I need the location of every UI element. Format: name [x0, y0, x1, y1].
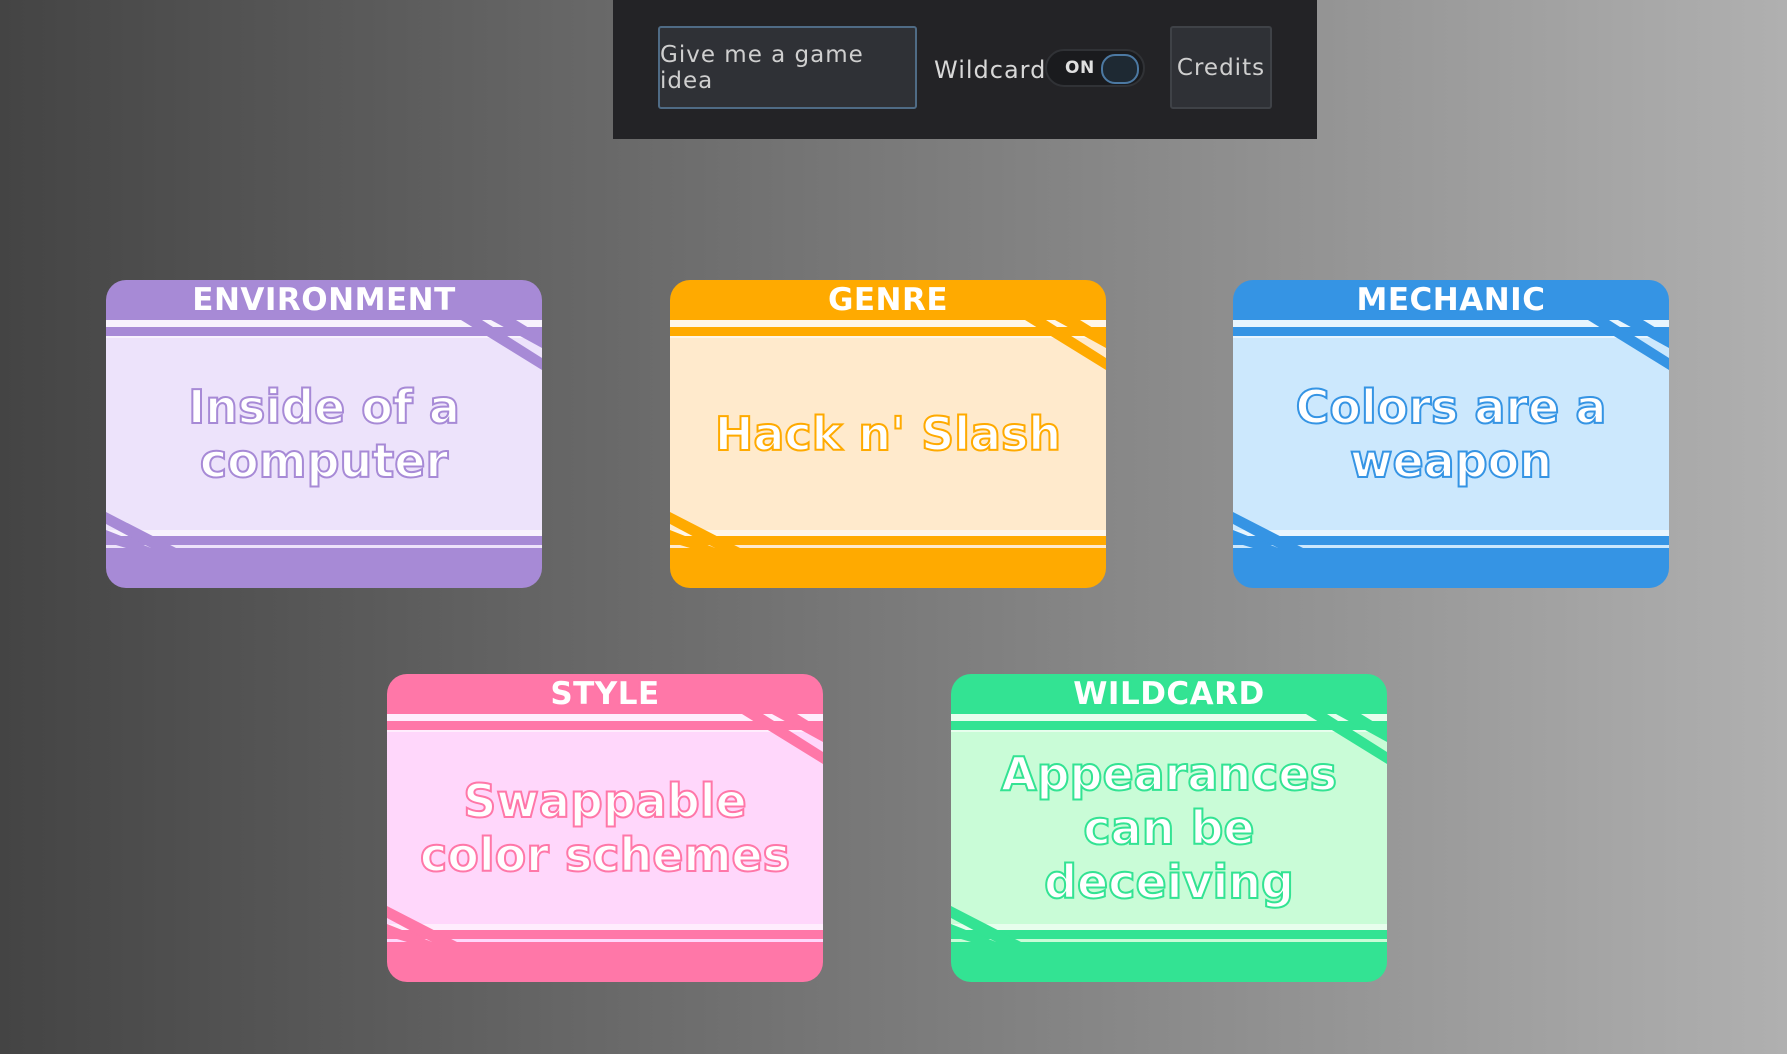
- card-wildcard: WILDCARD Appearances can be deceiving: [951, 674, 1387, 982]
- card-title: MECHANIC: [1356, 282, 1546, 318]
- card-value: Appearances can be deceiving: [1000, 746, 1338, 910]
- card-genre: GENRE Hack n' Slash: [670, 280, 1106, 588]
- card-title: WILDCARD: [1073, 676, 1265, 712]
- card-style: STYLE Swappable color schemes: [387, 674, 823, 982]
- card-value: Inside of a computer: [187, 379, 461, 489]
- card-value: Hack n' Slash: [714, 406, 1062, 462]
- toggle-state-text: ON: [1065, 58, 1095, 78]
- card-title: GENRE: [827, 282, 949, 318]
- card-environment: ENVIRONMENT Inside of a computer: [106, 280, 542, 588]
- card-value: Swappable color schemes: [419, 773, 791, 883]
- toolbar: Give me a game idea Wildcard ON Credits: [613, 0, 1317, 139]
- card-title: STYLE: [550, 676, 660, 712]
- card-title: ENVIRONMENT: [192, 282, 456, 318]
- wildcard-toggle[interactable]: ON: [1045, 49, 1145, 87]
- card-mechanic: MECHANIC Colors are a weapon: [1233, 280, 1669, 588]
- card-value: Colors are a weapon: [1295, 379, 1608, 489]
- wildcard-label: Wildcard: [934, 55, 1047, 84]
- give-game-idea-button[interactable]: Give me a game idea: [658, 26, 917, 109]
- toggle-knob: [1101, 54, 1139, 84]
- credits-button[interactable]: Credits: [1170, 26, 1272, 109]
